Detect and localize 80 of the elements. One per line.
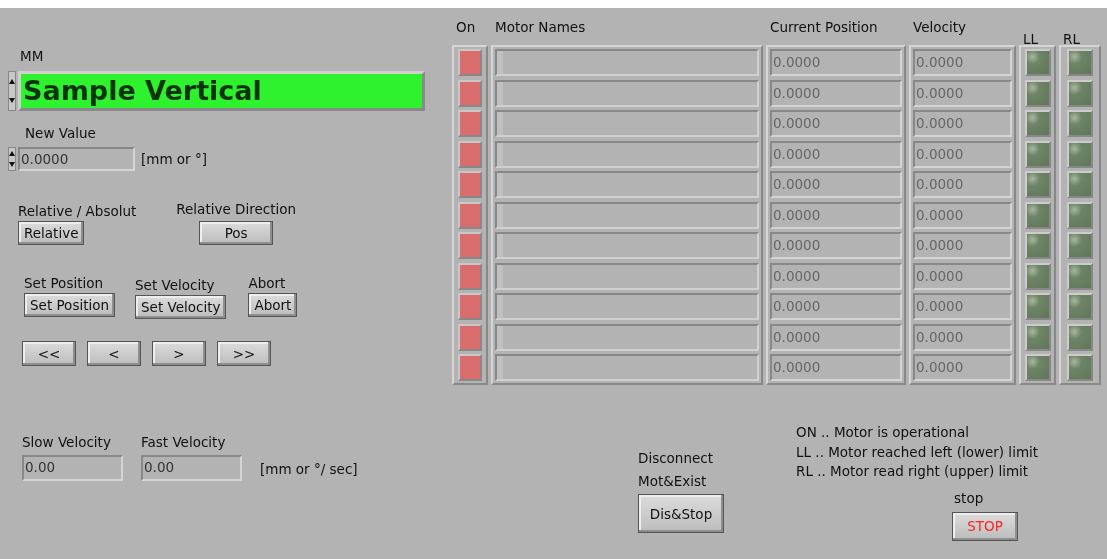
position-field: 0.0000	[770, 79, 902, 107]
name-field[interactable]	[495, 323, 759, 351]
jog-button[interactable]: <<	[22, 341, 76, 366]
column-header: On	[455, 19, 477, 37]
position-field: 0.0000	[770, 262, 902, 290]
action-button[interactable]: Set Velocity	[135, 295, 227, 319]
name-field[interactable]	[495, 171, 759, 198]
velocity-field: 0.0000	[913, 354, 1012, 381]
legend-text: ON .. Motor is operational	[796, 423, 971, 442]
control-label: Disconnect Mot&Exist	[638, 449, 714, 491]
ring-field[interactable]: Sample Vertical	[18, 71, 425, 111]
name-field[interactable]	[495, 79, 759, 107]
velocity-field: 0.0000	[913, 110, 1012, 137]
jog-button[interactable]: >>	[217, 341, 271, 366]
velocity-field: 0.0000	[913, 232, 1012, 259]
position-field: 0.0000	[770, 49, 902, 76]
column-header: RL	[1062, 31, 1081, 49]
control-label: MM	[19, 48, 45, 64]
velocity-field: 0.0000	[913, 140, 1012, 168]
status-led[interactable]	[458, 323, 482, 351]
column-header: Current Position	[769, 19, 879, 37]
name-field[interactable]	[495, 49, 759, 76]
status-led[interactable]	[458, 79, 482, 107]
control-label: stop	[953, 489, 984, 506]
column-header: Velocity	[912, 19, 967, 37]
velocity-field: 0.0000	[913, 201, 1012, 229]
control-label: Fast Velocity	[141, 434, 226, 450]
control-label: Set Position	[24, 275, 104, 291]
numeric-field[interactable]: 0.00	[22, 455, 123, 481]
velocity-field: 0.0000	[913, 262, 1012, 290]
status-led[interactable]	[458, 201, 482, 229]
velocity-field: 0.0000	[913, 171, 1012, 198]
legend-text: LL .. Motor reached left (lower) limit	[796, 442, 1039, 462]
toggle-button[interactable]: Pos	[199, 221, 274, 245]
unit-label: [mm or °/ sec]	[260, 461, 358, 477]
unit-label: [mm or °]	[141, 151, 207, 167]
position-field: 0.0000	[770, 171, 902, 198]
toggle-button[interactable]: Relative	[18, 221, 85, 245]
status-led[interactable]	[458, 140, 482, 168]
jog-button[interactable]: <	[87, 341, 141, 366]
velocity-field: 0.0000	[913, 323, 1012, 351]
position-field: 0.0000	[770, 323, 902, 351]
numeric-field[interactable]: 0.0000	[18, 147, 135, 171]
velocity-field: 0.0000	[913, 79, 1012, 107]
position-field: 0.0000	[770, 140, 902, 168]
name-field[interactable]	[495, 201, 759, 229]
control-label: Relative Direction	[176, 201, 296, 217]
name-field[interactable]	[495, 354, 759, 381]
status-led[interactable]	[458, 110, 482, 137]
column-header: LL	[1022, 31, 1040, 49]
control-label: New Value	[24, 125, 97, 141]
name-field[interactable]	[495, 232, 759, 259]
action-button[interactable]: Set Position	[24, 293, 116, 317]
control-label: Set Velocity	[135, 277, 215, 293]
status-led[interactable]	[458, 293, 482, 320]
name-field[interactable]	[495, 293, 759, 320]
position-field: 0.0000	[770, 201, 902, 229]
status-led[interactable]	[458, 171, 482, 198]
position-field: 0.0000	[770, 293, 902, 320]
name-field[interactable]	[495, 140, 759, 168]
velocity-field: 0.0000	[913, 49, 1012, 76]
action-button[interactable]: Abort	[248, 293, 298, 317]
disconnect-button[interactable]: Dis&Stop	[638, 494, 724, 533]
velocity-field: 0.0000	[913, 293, 1012, 320]
jog-button[interactable]: >	[152, 341, 206, 366]
status-led[interactable]	[458, 49, 482, 76]
legend-text: RL .. Motor read right (upper) limit	[796, 462, 1030, 481]
control-label: Abort	[248, 275, 286, 291]
status-led[interactable]	[458, 262, 482, 290]
status-led[interactable]	[458, 232, 482, 259]
column-header: Motor Names	[494, 19, 587, 37]
name-field[interactable]	[495, 262, 759, 290]
position-field: 0.0000	[770, 232, 902, 259]
control-label: Relative / Absolut	[18, 203, 137, 219]
position-field: 0.0000	[770, 354, 902, 381]
numeric-field[interactable]: 0.00	[141, 455, 242, 481]
status-led[interactable]	[458, 354, 482, 381]
position-field: 0.0000	[770, 110, 902, 137]
control-label: Slow Velocity	[22, 434, 111, 450]
name-field[interactable]	[495, 110, 759, 137]
